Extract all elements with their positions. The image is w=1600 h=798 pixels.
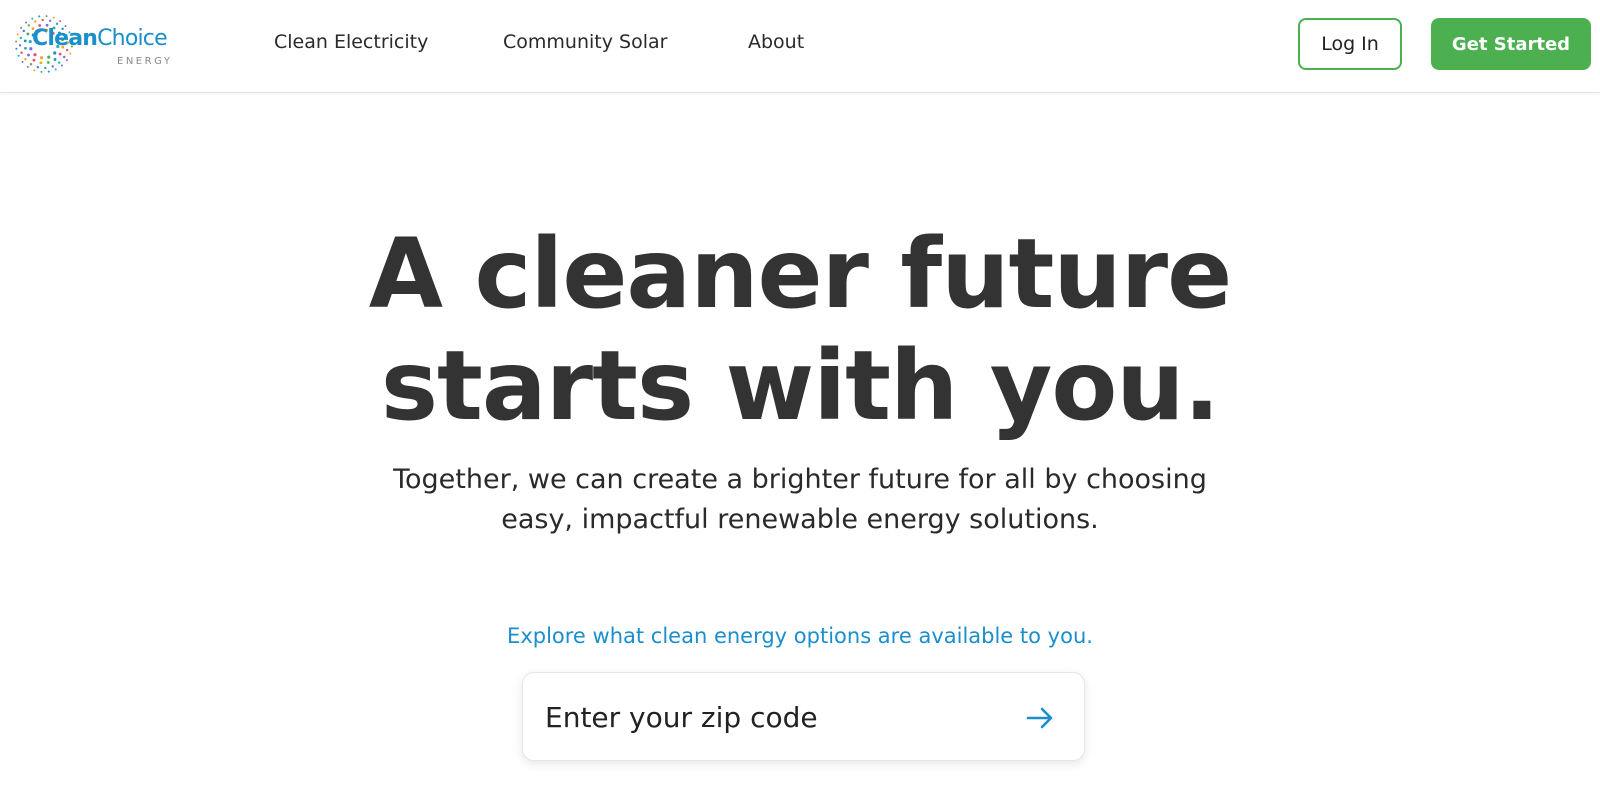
logo-dot [15, 47, 18, 50]
hero-subtitle-line-2: easy, impactful renewable energy solutio… [501, 504, 1099, 535]
get-started-button[interactable]: Get Started [1431, 18, 1591, 70]
logo-dot [39, 61, 43, 65]
arrow-right-icon [1026, 707, 1053, 729]
logo-dot [54, 68, 57, 71]
logo-dot [40, 70, 43, 73]
logo-dot [17, 54, 20, 57]
logo-dot [31, 17, 34, 20]
logo-dot [65, 59, 68, 62]
cleanchoice-logo[interactable]: CleanChoice ENERGY [14, 14, 184, 74]
nav-community-solar[interactable]: Community Solar [503, 30, 667, 54]
logo-dot [18, 44, 22, 47]
logo-dot [60, 64, 63, 67]
logo-dot [51, 65, 54, 68]
explore-prompt: Explore what clean energy options are av… [507, 624, 1093, 648]
zip-code-input[interactable] [545, 695, 985, 739]
login-button[interactable]: Log In [1298, 18, 1402, 70]
logo-dot [52, 16, 55, 19]
logo-dot [24, 57, 27, 61]
logo-dot [58, 52, 62, 56]
logo-dot [48, 19, 52, 22]
logo-dot [27, 53, 30, 57]
hero-subtitle: Together, we can create a brighter futur… [0, 460, 1600, 540]
logo-dot [41, 18, 44, 22]
logo-dot [26, 65, 29, 68]
logo-dot [57, 61, 61, 64]
logo-dot [20, 26, 23, 29]
logo-dot [26, 32, 30, 36]
logo-dot [32, 58, 36, 62]
logo-dot [25, 21, 28, 24]
logo-dot [53, 51, 57, 55]
logo-dot [20, 51, 23, 54]
logo-dot [34, 20, 37, 23]
zip-submit-button[interactable] [1018, 698, 1062, 738]
hero-title-line-1: A cleaner future [368, 218, 1232, 330]
logo-dot [23, 39, 27, 43]
logo-dot [59, 20, 62, 23]
logo-subtitle: ENERGY [117, 56, 173, 67]
logo-dot [47, 70, 50, 73]
logo-dot [44, 66, 47, 70]
site-header: CleanChoice ENERGY Clean Electricity Com… [0, 0, 1600, 93]
logo-dot [36, 66, 40, 69]
logo-wordmark: CleanChoice [32, 26, 168, 51]
logo-dot [27, 24, 31, 27]
hero-title-line-2: starts with you. [380, 330, 1220, 442]
logo-dot [69, 52, 72, 55]
logo-dot [55, 22, 59, 26]
logo-dot [33, 53, 37, 57]
logo-dot [47, 55, 51, 59]
hero-title: A cleaner future starts with you. [0, 218, 1600, 442]
logo-dot [16, 33, 19, 36]
logo-dot [33, 69, 36, 72]
zip-code-form [522, 672, 1085, 761]
logo-dot [39, 56, 44, 60]
logo-dot [53, 58, 57, 61]
logo-dot [38, 15, 41, 18]
logo-dot [45, 15, 48, 18]
logo-dot [46, 61, 50, 64]
logo-dot [21, 60, 24, 63]
logo-dot [15, 40, 18, 43]
logo-dot [62, 55, 66, 59]
logo-dot [19, 36, 22, 40]
nav-clean-electricity[interactable]: Clean Electricity [274, 30, 428, 54]
logo-dot [29, 62, 33, 66]
logo-dot [24, 46, 27, 50]
logo-dot [22, 29, 26, 33]
nav-about[interactable]: About [748, 30, 804, 54]
hero-subtitle-line-1: Together, we can create a brighter futur… [393, 464, 1207, 495]
